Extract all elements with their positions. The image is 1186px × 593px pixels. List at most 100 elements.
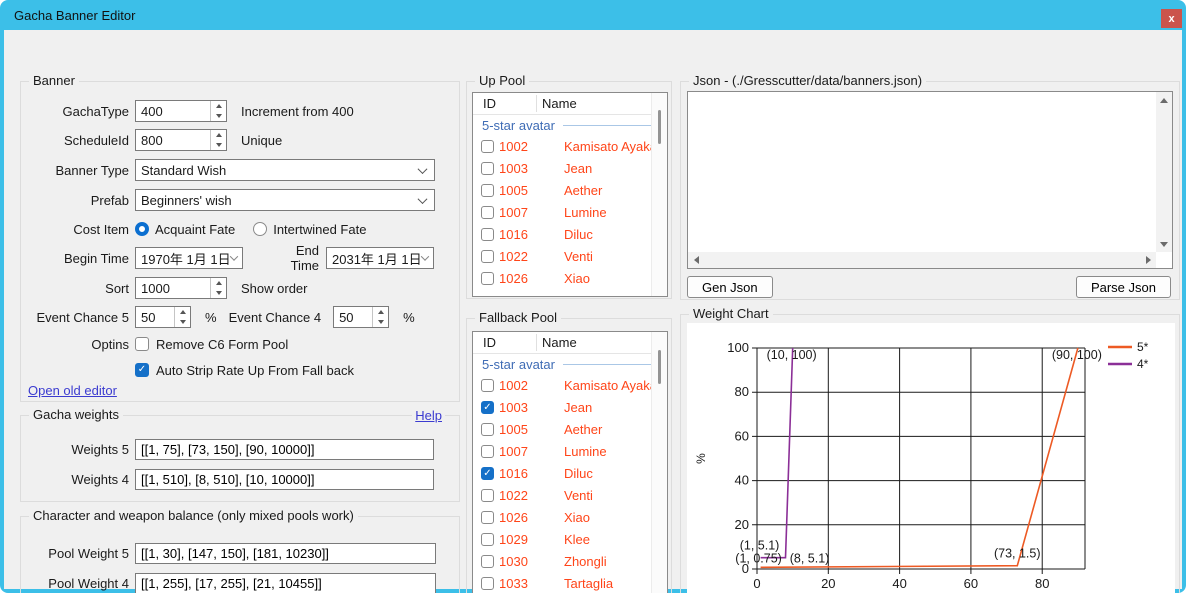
prefab-select[interactable]: Beginners' wish: [135, 189, 435, 211]
event-chance-row: Event Chance 5 50 % Event Chance 4 50: [27, 306, 453, 328]
pool-weight-4-input[interactable]: [135, 573, 436, 593]
list-item[interactable]: 1007Lumine: [473, 440, 667, 462]
row-name: Lumine: [564, 205, 607, 220]
spin-up-icon[interactable]: [175, 307, 190, 317]
list-item[interactable]: 1005Aether: [473, 179, 667, 201]
remove-c6-label[interactable]: Remove C6 Form Pool: [156, 337, 288, 352]
list-item[interactable]: 1003Jean: [473, 157, 667, 179]
row-checkbox[interactable]: [481, 511, 494, 524]
row-id: 1016: [499, 227, 541, 242]
up-pool-scrollbar[interactable]: [651, 93, 667, 296]
auto-strip-label[interactable]: Auto Strip Rate Up From Fall back: [156, 363, 354, 378]
spin-down-icon[interactable]: [211, 111, 226, 121]
row-checkbox[interactable]: [481, 555, 494, 568]
scroll-right-icon[interactable]: [1140, 252, 1156, 268]
intertwined-fate-label[interactable]: Intertwined Fate: [273, 222, 366, 237]
scrollbar-thumb[interactable]: [658, 110, 661, 144]
row-checkbox[interactable]: [481, 533, 494, 546]
banner-type-value: Standard Wish: [141, 163, 226, 178]
list-item[interactable]: 1002Kamisato Ayaka: [473, 374, 667, 396]
row-id: 1026: [499, 271, 541, 286]
json-textarea[interactable]: [689, 93, 1152, 251]
close-button[interactable]: x: [1161, 9, 1182, 28]
list-item[interactable]: 1026Xiao: [473, 267, 667, 289]
row-checkbox[interactable]: [481, 489, 494, 502]
json-horizontal-scrollbar[interactable]: [688, 252, 1156, 268]
weights-4-input[interactable]: [135, 469, 434, 490]
row-checkbox[interactable]: ✓: [481, 401, 494, 414]
schedule-id-spinner[interactable]: 800: [135, 129, 227, 151]
gen-json-button[interactable]: Gen Json: [687, 276, 773, 298]
row-checkbox[interactable]: [481, 140, 494, 153]
row-checkbox[interactable]: [481, 272, 494, 285]
row-name: Kamisato Ayaka: [564, 378, 657, 393]
event-chance-5-spinner[interactable]: 50: [135, 306, 191, 328]
list-item[interactable]: 1022Venti: [473, 484, 667, 506]
spin-up-icon[interactable]: [373, 307, 388, 317]
remove-c6-checkbox[interactable]: [135, 337, 149, 351]
row-checkbox[interactable]: [481, 228, 494, 241]
list-item[interactable]: 1016Diluc: [473, 223, 667, 245]
json-vertical-scrollbar[interactable]: [1156, 92, 1172, 252]
row-checkbox[interactable]: [481, 162, 494, 175]
list-item[interactable]: 1005Aether: [473, 418, 667, 440]
list-item[interactable]: ✓1016Diluc: [473, 462, 667, 484]
spin-down-icon[interactable]: [175, 317, 190, 327]
help-link[interactable]: Help: [412, 408, 445, 423]
acquaint-fate-label[interactable]: Acquaint Fate: [155, 222, 235, 237]
event-chance-5-value[interactable]: 50: [136, 310, 174, 325]
spin-up-icon[interactable]: [211, 278, 226, 288]
spin-down-icon[interactable]: [211, 140, 226, 150]
row-checkbox[interactable]: ✓: [481, 467, 494, 480]
row-checkbox[interactable]: [481, 206, 494, 219]
event-chance-4-spinner[interactable]: 50: [333, 306, 389, 328]
up-pool-group-title: Up Pool: [475, 73, 529, 88]
list-item[interactable]: ✓1003Jean: [473, 396, 667, 418]
parse-json-button[interactable]: Parse Json: [1076, 276, 1171, 298]
row-name: Tartaglia: [564, 576, 613, 591]
row-checkbox[interactable]: [481, 445, 494, 458]
list-item[interactable]: 1030Zhongli: [473, 550, 667, 572]
begin-time-picker[interactable]: 1970年 1月 1日: [135, 247, 243, 269]
scroll-down-icon[interactable]: [1156, 236, 1172, 252]
open-old-editor-link[interactable]: Open old editor: [28, 383, 117, 398]
list-item[interactable]: 1026Xiao: [473, 506, 667, 528]
column-separator: [536, 95, 537, 112]
list-item[interactable]: 1033 Tartaglia: [473, 572, 667, 593]
banner-type-select[interactable]: Standard Wish: [135, 159, 435, 181]
spin-down-icon[interactable]: [373, 317, 388, 327]
row-checkbox[interactable]: [481, 577, 494, 590]
pool-weight-5-input[interactable]: [135, 543, 436, 564]
list-item[interactable]: 1022Venti: [473, 245, 667, 267]
row-checkbox[interactable]: [481, 379, 494, 392]
sort-value[interactable]: 1000: [136, 281, 210, 296]
end-time-picker[interactable]: 2031年 1月 1日: [326, 247, 434, 269]
weights-5-input[interactable]: [135, 439, 434, 460]
auto-strip-checkbox[interactable]: ✓: [135, 363, 149, 377]
spin-up-icon[interactable]: [211, 101, 226, 111]
row-id: 1033: [499, 576, 541, 591]
row-checkbox[interactable]: [481, 184, 494, 197]
scroll-left-icon[interactable]: [688, 252, 704, 268]
gacha-type-spinner[interactable]: 400: [135, 100, 227, 122]
list-item[interactable]: 1002Kamisato Ayaka: [473, 135, 667, 157]
row-checkbox[interactable]: [481, 423, 494, 436]
acquaint-fate-radio[interactable]: [135, 222, 149, 236]
event-chance-4-value[interactable]: 50: [334, 310, 372, 325]
scrollbar-thumb[interactable]: [658, 350, 661, 384]
row-checkbox[interactable]: [481, 250, 494, 263]
event-chance-4-unit: %: [403, 310, 415, 325]
spin-down-icon[interactable]: [211, 288, 226, 298]
scroll-up-icon[interactable]: [1156, 92, 1172, 108]
list-item[interactable]: 1007Lumine: [473, 201, 667, 223]
title-bar[interactable]: Gacha Banner Editor x: [0, 0, 1186, 30]
event-chance-5-unit: %: [205, 310, 217, 325]
fallback-pool-scrollbar[interactable]: [651, 332, 667, 593]
list-item[interactable]: 1029Klee: [473, 528, 667, 550]
intertwined-fate-radio[interactable]: [253, 222, 267, 236]
schedule-id-value[interactable]: 800: [136, 133, 210, 148]
gacha-type-value[interactable]: 400: [136, 104, 210, 119]
spin-up-icon[interactable]: [211, 130, 226, 140]
row-name: Aether: [564, 183, 602, 198]
sort-spinner[interactable]: 1000: [135, 277, 227, 299]
